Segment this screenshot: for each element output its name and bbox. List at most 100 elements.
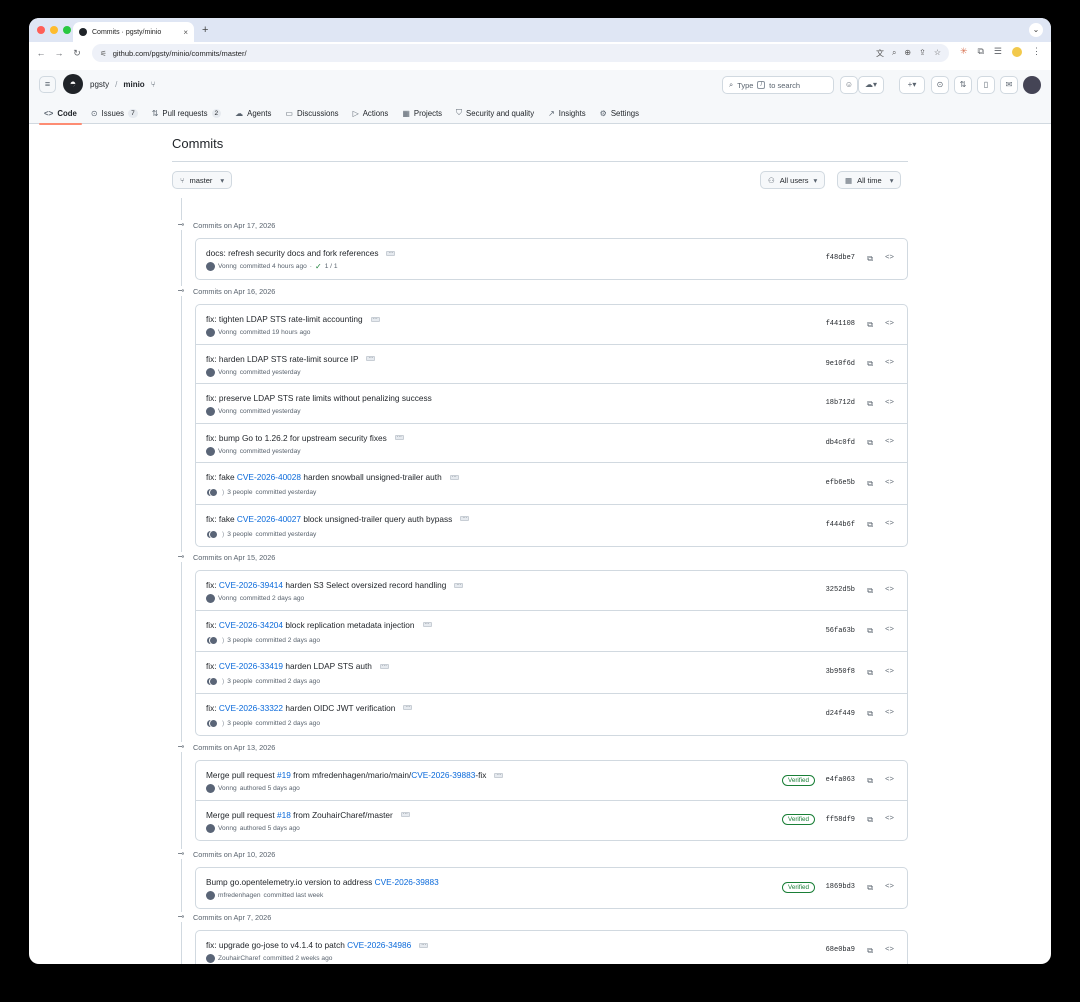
commit-message[interactable]: Merge pull request #19 from mfredenhagen…: [206, 770, 504, 780]
author-avatar[interactable]: [206, 407, 215, 416]
expand-message-icon[interactable]: ···: [379, 663, 389, 669]
browse-repo-icon[interactable]: <>: [885, 438, 894, 446]
browse-repo-icon[interactable]: <>: [885, 815, 894, 823]
commit-author[interactable]: Vonng: [218, 329, 237, 336]
pull-requests-icon[interactable]: ⇅: [954, 76, 972, 94]
commit-author[interactable]: Vonng: [218, 825, 237, 832]
translate-icon[interactable]: 文: [876, 48, 884, 59]
commit-message[interactable]: fix: tighten LDAP STS rate-limit account…: [206, 314, 380, 324]
commit-sha-link[interactable]: 3252d5b: [826, 586, 855, 594]
browse-repo-icon[interactable]: <>: [885, 668, 894, 676]
author-avatar[interactable]: [206, 328, 215, 337]
expand-message-icon[interactable]: ···: [454, 582, 464, 588]
commit-message-link[interactable]: CVE-2026-39883: [375, 877, 439, 887]
site-info-icon[interactable]: ⚟: [100, 49, 107, 58]
verified-badge[interactable]: Verified: [781, 814, 815, 826]
tab-code[interactable]: <> Code: [37, 102, 84, 125]
issues-icon[interactable]: ⊙: [931, 76, 949, 94]
copy-sha-icon[interactable]: ⧉: [867, 586, 873, 596]
commit-message-link[interactable]: CVE-2026-34204: [219, 620, 283, 630]
extensions-puzzle-icon[interactable]: ⧉: [977, 46, 983, 57]
commit-author[interactable]: 3 people: [227, 720, 252, 727]
expand-message-icon[interactable]: ···: [419, 942, 429, 948]
check-icon[interactable]: ✓: [315, 262, 322, 271]
expand-message-icon[interactable]: ···: [394, 435, 404, 440]
commit-sha-link[interactable]: f48dbe7: [826, 254, 855, 262]
new-tab-button[interactable]: +: [202, 24, 208, 36]
tab-agents[interactable]: ☁ Agents: [228, 102, 278, 124]
commit-author[interactable]: Vonng: [218, 369, 237, 376]
search-icon[interactable]: ⌕: [892, 48, 896, 59]
commit-author[interactable]: 3 people: [227, 678, 252, 685]
copy-sha-icon[interactable]: ⧉: [867, 883, 873, 893]
tab-issues[interactable]: ⊙ Issues 7: [84, 102, 145, 124]
commit-author[interactable]: Vonng: [218, 785, 237, 792]
author-avatar[interactable]: [206, 594, 215, 603]
copilot-icon[interactable]: ☺: [840, 76, 858, 94]
repositories-icon[interactable]: ▯: [977, 76, 995, 94]
extension-claude-icon[interactable]: ✳: [960, 46, 968, 57]
commit-sha-link[interactable]: 18b712d: [826, 399, 855, 407]
tab-discussions[interactable]: ▭ Discussions: [278, 102, 345, 124]
tab-projects[interactable]: ▦ Projects: [395, 102, 449, 124]
commit-message[interactable]: fix: CVE-2026-39414 harden S3 Select ove…: [206, 580, 464, 590]
expand-message-icon[interactable]: ···: [449, 474, 459, 480]
commit-sha-link[interactable]: 1869bd3: [826, 883, 855, 891]
create-new-icon[interactable]: +▾: [899, 76, 925, 94]
expand-message-icon[interactable]: ···: [422, 622, 432, 627]
browse-repo-icon[interactable]: <>: [885, 359, 894, 367]
commit-sha-link[interactable]: efb6e5b: [826, 479, 855, 487]
commit-message[interactable]: fix: bump Go to 1.26.2 for upstream secu…: [206, 433, 404, 443]
commit-message-link[interactable]: CVE-2026-33322: [219, 703, 283, 713]
commit-sha-link[interactable]: f444b6f: [826, 521, 855, 529]
commit-message-link[interactable]: #18: [277, 810, 291, 820]
copy-sha-icon[interactable]: ⧉: [867, 438, 873, 448]
copy-sha-icon[interactable]: ⧉: [867, 520, 873, 530]
commit-author[interactable]: 3 people: [227, 489, 252, 496]
commit-author[interactable]: Vonng: [218, 408, 237, 415]
browser-menu-icon[interactable]: ⋮: [1032, 46, 1041, 57]
commit-message[interactable]: Merge pull request #18 from ZouhairChare…: [206, 810, 410, 820]
browse-repo-icon[interactable]: <>: [885, 399, 894, 407]
commit-message[interactable]: fix: CVE-2026-33322 harden OIDC JWT veri…: [206, 703, 413, 713]
browse-repo-icon[interactable]: <>: [885, 586, 894, 594]
commit-message[interactable]: Bump go.opentelemetry.io version to addr…: [206, 877, 439, 887]
expand-message-icon[interactable]: ···: [386, 250, 396, 256]
commit-author[interactable]: Vonng: [218, 595, 237, 602]
browse-repo-icon[interactable]: <>: [885, 709, 894, 717]
author-avatar[interactable]: [206, 954, 215, 963]
browse-repo-icon[interactable]: <>: [885, 520, 894, 528]
tab-pull-requests[interactable]: ⇅ Pull requests 2: [145, 102, 228, 124]
commit-message-link[interactable]: #19: [277, 770, 291, 780]
commit-author[interactable]: ZouhairCharef: [218, 955, 260, 962]
browse-repo-icon[interactable]: <>: [885, 320, 894, 328]
commit-message[interactable]: fix: harden LDAP STS rate-limit source I…: [206, 354, 376, 364]
commit-sha-link[interactable]: 3b950f8: [826, 668, 855, 676]
author-avatar[interactable]: [206, 262, 215, 271]
close-tab-icon[interactable]: ×: [183, 28, 188, 37]
author-avatar[interactable]: [206, 446, 215, 456]
commit-sha-link[interactable]: db4c0fd: [826, 439, 855, 447]
expand-message-icon[interactable]: ···: [400, 812, 410, 817]
address-bar[interactable]: ⚟ github.com/pgsty/minio/commits/master/…: [92, 44, 949, 62]
commit-message-link[interactable]: CVE-2026-39883: [411, 770, 475, 780]
commit-author[interactable]: 3 people: [227, 637, 252, 644]
commit-sha-link[interactable]: 56fa63b: [826, 627, 855, 635]
expand-message-icon[interactable]: ···: [403, 705, 413, 710]
users-filter-button[interactable]: ⚇ All users ▾: [760, 171, 826, 189]
copy-sha-icon[interactable]: ⧉: [867, 946, 873, 956]
commit-sha-link[interactable]: e4fa063: [826, 776, 855, 784]
tab-search-icon[interactable]: ⌄: [1029, 23, 1043, 37]
author-avatar[interactable]: [206, 784, 215, 793]
github-logo-icon[interactable]: ◓: [63, 74, 83, 94]
reading-list-icon[interactable]: ☰: [994, 46, 1002, 57]
copy-sha-icon[interactable]: ⧉: [867, 320, 873, 330]
verified-badge[interactable]: Verified: [781, 881, 815, 893]
commit-message[interactable]: fix: upgrade go-jose to v4.1.4 to patch …: [206, 940, 429, 950]
commit-sha-link[interactable]: 9e10f6d: [826, 360, 855, 368]
commit-message[interactable]: fix: CVE-2026-34204 block replication me…: [206, 620, 432, 630]
copy-sha-icon[interactable]: ⧉: [867, 254, 873, 264]
commit-message-link[interactable]: CVE-2026-40027: [237, 514, 301, 524]
commit-sha-link[interactable]: 68e0ba9: [826, 946, 855, 954]
copy-sha-icon[interactable]: ⧉: [867, 815, 873, 825]
